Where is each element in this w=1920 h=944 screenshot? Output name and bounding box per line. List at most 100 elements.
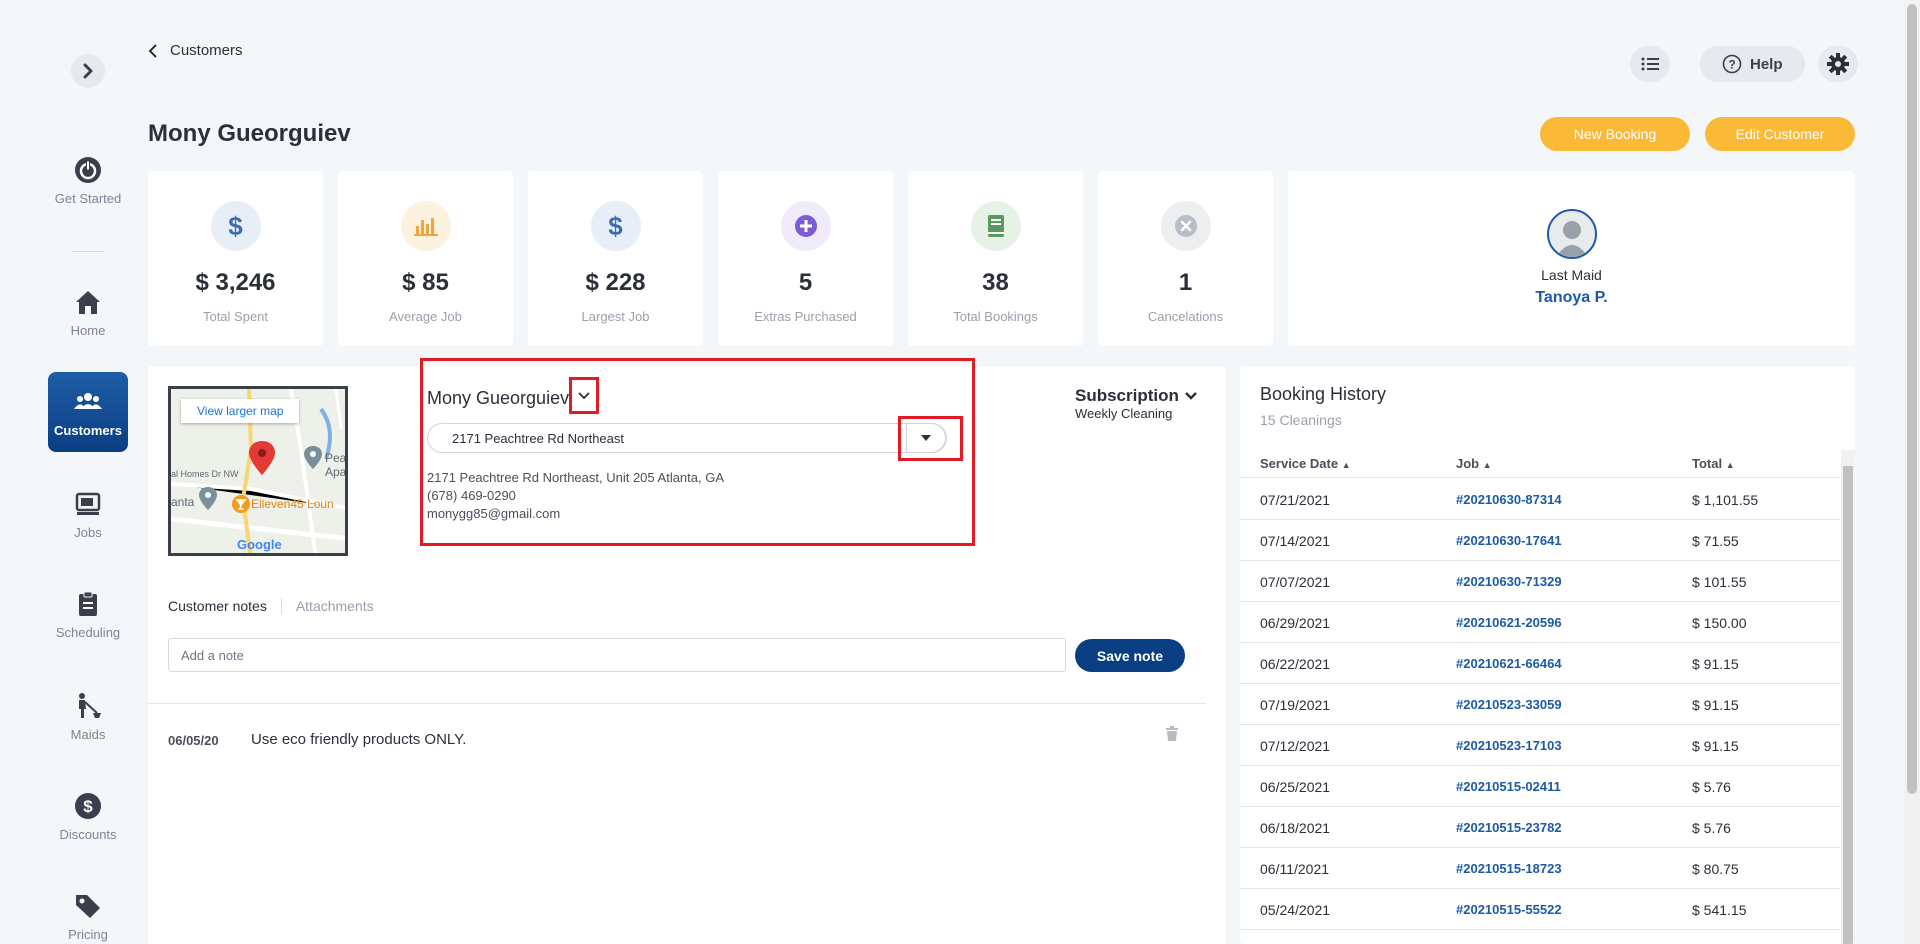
job-link[interactable]: #20210515-02411 — [1456, 779, 1561, 794]
map-label: al Homes Dr NW — [171, 469, 239, 479]
service-date-cell: 07/14/2021 — [1260, 533, 1331, 549]
stat-value: $ 85 — [402, 269, 449, 296]
maid-icon — [79, 692, 101, 718]
job-link[interactable]: #20210621-66464 — [1456, 656, 1562, 671]
users-icon — [74, 392, 102, 409]
job-link[interactable]: #20210630-87314 — [1456, 492, 1562, 507]
plus-circle-icon — [780, 201, 831, 251]
sidebar-item-scheduling[interactable]: Scheduling — [48, 574, 128, 654]
sidebar-item-get-started[interactable]: Get Started — [48, 140, 128, 220]
list-view-button[interactable] — [1630, 46, 1670, 82]
job-link[interactable]: #20210630-71329 — [1456, 574, 1562, 589]
settings-button[interactable] — [1818, 46, 1858, 82]
stat-value: 5 — [798, 269, 813, 296]
column-total[interactable]: Total ▲ — [1692, 456, 1735, 471]
booking-history-subtitle: 15 Cleanings — [1260, 412, 1342, 428]
dollar-icon: $ — [75, 792, 101, 819]
page-scrollbar[interactable] — [1904, 0, 1920, 944]
sidebar-item-jobs[interactable]: Jobs — [48, 474, 128, 554]
map-label: anta — [171, 495, 195, 509]
total-cell: $ 541.15 — [1692, 902, 1747, 918]
total-cell: $ 91.15 — [1692, 738, 1739, 754]
service-date-cell: 07/12/2021 — [1260, 738, 1331, 754]
customer-address: 2171 Peachtree Rd Northeast, Unit 205 At… — [427, 470, 725, 485]
sidebar-item-label: Get Started — [54, 190, 122, 206]
gear-icon — [1827, 53, 1849, 75]
sidebar-item-home[interactable]: Home — [48, 272, 128, 352]
job-link[interactable]: #20210523-33059 — [1456, 697, 1562, 712]
job-link[interactable]: #20210515-23782 — [1456, 820, 1562, 835]
job-link[interactable]: #20210621-20596 — [1456, 615, 1562, 630]
total-cell: $ 91.15 — [1692, 656, 1739, 672]
job-link[interactable]: #20210515-55522 — [1456, 902, 1562, 917]
stat-total-spent: $ $ 3,246 Total Spent — [148, 171, 323, 346]
last-maid-name[interactable]: Tanoya P. — [1535, 289, 1607, 307]
service-date-cell: 05/24/2021 — [1260, 902, 1331, 918]
view-larger-map-button[interactable]: View larger map — [181, 399, 300, 423]
map-label: Elleven45 Loun — [251, 497, 334, 511]
sidebar-item-label: Customers — [54, 422, 122, 438]
table-row: 06/11/2021 #20210515-18723 $ 80.75 — [1240, 848, 1840, 889]
stat-label: Largest Job — [581, 309, 650, 324]
table-row: 06/18/2021 #20210515-23782 $ 5.76 — [1240, 807, 1840, 848]
map-label: Pea — [325, 451, 347, 465]
customer-details-card: View larger map Pea Apa Elleven45 Loun a… — [148, 358, 1226, 944]
note-text: Use eco friendly products ONLY. — [251, 731, 467, 748]
sort-up-icon: ▲ — [1725, 460, 1735, 470]
customer-name: Mony Gueorguiev — [427, 388, 569, 409]
save-note-button[interactable]: Save note — [1075, 639, 1185, 672]
map-label: Apa — [325, 465, 347, 479]
bar-chart-icon — [400, 201, 451, 251]
tab-customer-notes[interactable]: Customer notes — [168, 598, 282, 614]
table-row: 07/14/2021 #20210630-17641 $ 71.55 — [1240, 520, 1840, 561]
help-label: Help — [1750, 55, 1783, 73]
stat-value: 1 — [1178, 269, 1193, 296]
column-service-date[interactable]: Service Date ▲ — [1260, 456, 1351, 471]
job-link[interactable]: #20210630-17641 — [1456, 533, 1562, 548]
chevron-right-icon — [83, 63, 93, 79]
job-link[interactable]: #20210523-17103 — [1456, 738, 1562, 753]
trash-icon — [1166, 726, 1178, 741]
new-booking-button[interactable]: New Booking — [1540, 117, 1690, 151]
help-button[interactable]: ? Help — [1700, 46, 1805, 82]
table-header: Service Date ▲ Job ▲ Total ▲ — [1240, 450, 1840, 478]
job-link[interactable]: #20210515-18723 — [1456, 861, 1562, 876]
edit-customer-button[interactable]: Edit Customer — [1705, 117, 1855, 151]
subscription-dropdown[interactable]: Subscription — [1075, 386, 1197, 406]
tab-attachments[interactable]: Attachments — [282, 598, 374, 614]
sidebar-item-customers[interactable]: Customers — [48, 372, 128, 452]
power-icon — [75, 156, 101, 183]
address-select-value: 2171 Peachtree Rd Northeast — [452, 430, 624, 446]
customer-name-dropdown-toggle[interactable] — [569, 377, 599, 414]
page-scrollbar-thumb[interactable] — [1907, 4, 1917, 794]
add-note-input[interactable] — [168, 638, 1066, 672]
address-select[interactable]: 2171 Peachtree Rd Northeast — [427, 423, 947, 453]
stat-label: Average Job — [389, 309, 462, 324]
service-date-cell: 06/25/2021 — [1260, 779, 1331, 795]
map-thumbnail[interactable]: View larger map Pea Apa Elleven45 Loun a… — [168, 386, 348, 556]
total-cell: $ 71.55 — [1692, 533, 1739, 549]
stat-label: Total Bookings — [953, 309, 1038, 324]
total-cell: $ 5.76 — [1692, 779, 1731, 795]
divider — [148, 703, 1206, 704]
sidebar-item-discounts[interactable]: $ Discounts — [48, 776, 128, 856]
table-scrollbar-thumb[interactable] — [1843, 466, 1853, 944]
svg-text:?: ? — [1728, 58, 1735, 72]
column-job[interactable]: Job ▲ — [1456, 456, 1492, 471]
table-row: 05/24/2021 #20210515-55522 $ 541.15 — [1240, 889, 1840, 930]
breadcrumb[interactable]: Customers — [148, 42, 243, 59]
sidebar-item-maids[interactable]: Maids — [48, 676, 128, 756]
last-maid-card: Last Maid Tanoya P. — [1288, 171, 1855, 346]
sidebar-toggle-button[interactable] — [71, 54, 105, 88]
table-row: 06/22/2021 #20210621-66464 $ 91.15 — [1240, 643, 1840, 684]
stat-label: Extras Purchased — [754, 309, 857, 324]
avatar[interactable] — [1546, 209, 1597, 259]
service-date-cell: 07/19/2021 — [1260, 697, 1331, 713]
sidebar-item-pricing[interactable]: Pricing — [48, 876, 128, 944]
table-scrollbar[interactable] — [1841, 450, 1855, 944]
customer-email: monygg85@gmail.com — [427, 506, 561, 521]
table-row: 06/25/2021 #20210515-02411 $ 5.76 — [1240, 766, 1840, 807]
delete-note-button[interactable] — [1166, 726, 1178, 746]
service-date-cell: 07/21/2021 — [1260, 492, 1331, 508]
table-row: 07/12/2021 #20210523-17103 $ 91.15 — [1240, 725, 1840, 766]
